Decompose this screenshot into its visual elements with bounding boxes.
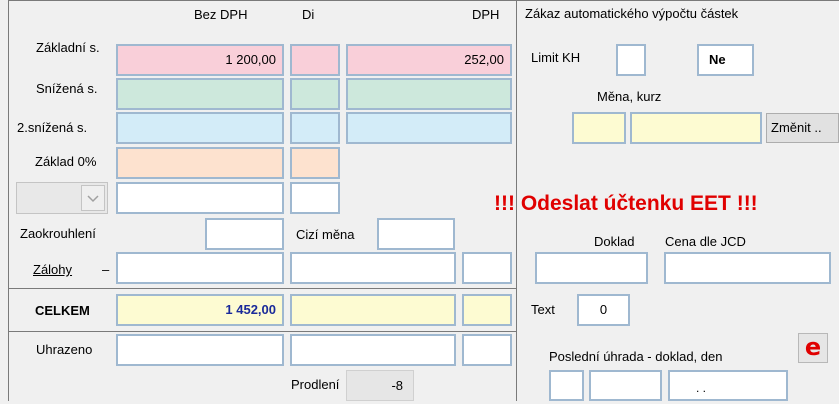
snizena-dph-field[interactable]	[346, 78, 512, 110]
celkem-bez-dph-field[interactable]: 1 452,00	[116, 294, 284, 326]
zaklad0-bez-dph-field[interactable]	[116, 147, 284, 179]
celkem-dph-field[interactable]	[462, 294, 512, 326]
text-field[interactable]: 0	[577, 294, 630, 326]
snizena-di-field[interactable]	[290, 78, 340, 110]
eshop-icon[interactable]: e	[798, 333, 828, 363]
snizena-label: Snížená s.	[36, 81, 98, 96]
limit-kh-value-field[interactable]: Ne	[697, 44, 754, 76]
col-bez-dph-header: Bez DPH	[194, 7, 248, 22]
combo-row-bez-dph-field[interactable]	[116, 182, 284, 214]
text-label: Text	[531, 302, 555, 317]
celkem-top-line	[8, 288, 516, 289]
zaokrouhleni-label: Zaokrouhlení	[20, 226, 96, 241]
zalohy-dph-field[interactable]	[462, 252, 512, 284]
posledni-uhrada-label: Poslední úhrada - doklad, den	[549, 349, 723, 364]
snizena2-bez-dph-field[interactable]	[116, 112, 284, 144]
zakladni-label: Základní s.	[36, 40, 100, 55]
zmenit-button[interactable]: Změnit ..	[766, 113, 839, 143]
col-dph-header: DPH	[472, 7, 500, 22]
doklad-label: Doklad	[594, 234, 635, 249]
limit-kh-checkbox-field[interactable]	[616, 44, 646, 76]
celkem-bottom-line	[8, 331, 516, 332]
zalohy-bez-dph-field[interactable]	[116, 252, 284, 284]
cena-jcd-field[interactable]	[664, 252, 831, 284]
cizi-mena-label: Cizí měna	[296, 227, 355, 242]
uhrazeno-bez-dph-field[interactable]	[116, 334, 284, 366]
left-border	[8, 0, 9, 401]
zaokrouhleni-field[interactable]	[205, 218, 284, 250]
celkem-di-field[interactable]	[290, 294, 456, 326]
posledni-uhrada-field-1[interactable]	[549, 370, 584, 401]
cena-jcd-label: Cena dle JCD	[665, 234, 746, 249]
posledni-uhrada-date-field[interactable]: . .	[668, 370, 788, 401]
mena-field[interactable]	[572, 112, 626, 144]
combo-row-di-field[interactable]	[290, 182, 340, 214]
zaklad0-label: Základ 0%	[35, 154, 97, 169]
snizena2-dph-field[interactable]	[346, 112, 512, 144]
zakladni-di-field[interactable]	[290, 44, 340, 76]
uhrazeno-label: Uhrazeno	[36, 342, 93, 357]
uhrazeno-dph-field[interactable]	[462, 334, 512, 366]
col-di-header: Di	[302, 7, 315, 22]
zakaz-label: Zákaz automatického výpočtu částek	[525, 6, 739, 21]
eet-warning: !!! Odeslat účtenku EET !!!	[494, 192, 758, 215]
prodleni-field: -8	[346, 370, 414, 401]
mena-kurz-label: Měna, kurz	[597, 89, 662, 104]
kurz-field[interactable]	[630, 112, 762, 144]
snizena2-label: 2.snížená s.	[17, 120, 88, 135]
celkem-label: CELKEM	[35, 303, 90, 318]
currency-combobox[interactable]	[16, 182, 108, 214]
doklad-field[interactable]	[535, 252, 648, 284]
zakladni-bez-dph-field[interactable]: 1 200,00	[116, 44, 284, 76]
posledni-uhrada-field-2[interactable]	[589, 370, 662, 401]
snizena2-di-field[interactable]	[290, 112, 340, 144]
cizi-mena-field[interactable]	[377, 218, 455, 250]
zalohy-label[interactable]: Zálohy	[33, 262, 72, 278]
uhrazeno-di-field[interactable]	[290, 334, 456, 366]
limit-kh-label: Limit KH	[531, 50, 581, 65]
zaklad0-di-field[interactable]	[290, 147, 340, 179]
top-border	[8, 0, 839, 1]
prodleni-label: Prodlení	[291, 377, 340, 392]
zalohy-dash: –	[102, 262, 110, 277]
e-icon: e	[804, 333, 822, 361]
snizena-bez-dph-field[interactable]	[116, 78, 284, 110]
zakladni-dph-field[interactable]: 252,00	[346, 44, 512, 76]
chevron-down-icon[interactable]	[81, 185, 105, 211]
zalohy-di-field[interactable]	[290, 252, 456, 284]
